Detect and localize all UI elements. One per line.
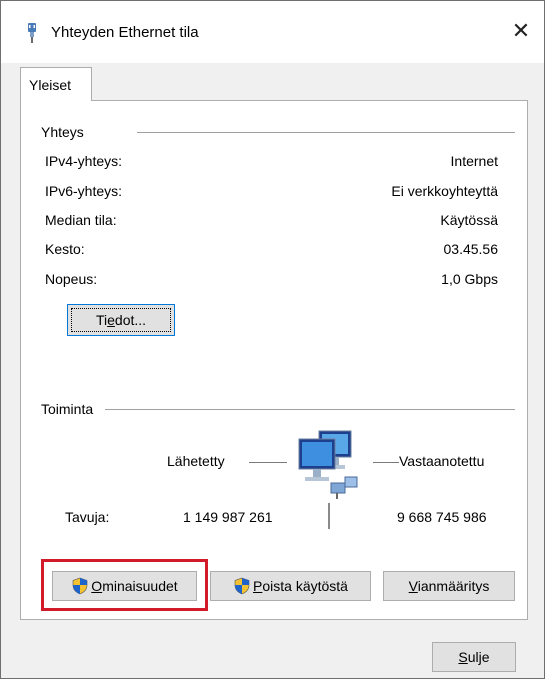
uac-shield-icon (72, 577, 88, 595)
properties-button[interactable]: Ominaisuudet (52, 571, 197, 601)
bytes-received-value: 9 668 745 986 (397, 509, 487, 525)
close-icon: ✕ (511, 18, 531, 43)
activity-group-label: Toiminta (41, 401, 100, 417)
disable-button-label: Poista käytöstä (253, 578, 348, 594)
received-label: Vastaanotettu (399, 453, 485, 469)
sent-label: Lähetetty (167, 453, 225, 469)
diagnose-button-label: Vianmääritys (408, 578, 490, 594)
speed-value: 1,0 Gbps (441, 271, 498, 287)
status-dialog: Yhteyden Ethernet tila ✕ Yleiset Yhteys … (0, 0, 545, 679)
details-button[interactable]: Tiedot... (67, 304, 175, 336)
window-title: Yhteyden Ethernet tila (51, 24, 199, 41)
close-button[interactable]: Sulje (432, 642, 516, 672)
network-computers-icon (298, 430, 358, 499)
media-state-value: Käytössä (440, 212, 498, 228)
duration-label: Kesto: (45, 241, 85, 257)
connection-group-label: Yhteys (41, 124, 90, 140)
media-state-label: Median tila: (45, 212, 117, 228)
activity-group-line (105, 409, 515, 410)
tab-general-label: Yleiset (29, 76, 72, 93)
ethernet-plug-icon (28, 23, 36, 43)
diagnose-button[interactable]: Vianmääritys (383, 571, 515, 601)
received-line (373, 462, 399, 463)
uac-shield-icon (234, 577, 250, 595)
speed-label: Nopeus: (45, 271, 98, 287)
duration-value: 03.45.56 (443, 241, 499, 257)
sent-line (249, 462, 287, 463)
disable-button[interactable]: Poista käytöstä (210, 571, 371, 601)
close-button-label: Sulje (458, 649, 490, 665)
ipv4-label: IPv4-yhteys: (45, 153, 123, 169)
focus-rectangle (71, 308, 171, 332)
bytes-sent-value: 1 149 987 261 (183, 509, 273, 525)
close-window-button[interactable]: ✕ (498, 11, 544, 51)
ipv6-value: Ei verkkoyhteyttä (391, 183, 498, 199)
tab-panel (20, 100, 528, 620)
ipv6-label: IPv6-yhteys: (45, 183, 123, 199)
bytes-label: Tavuja: (65, 509, 110, 525)
tab-general[interactable]: Yleiset (20, 67, 92, 101)
bytes-divider (328, 503, 330, 529)
title-bar: Yhteyden Ethernet tila ✕ (1, 1, 544, 63)
connection-group-line (137, 132, 515, 133)
ipv4-value: Internet (450, 153, 498, 169)
properties-button-label: Ominaisuudet (91, 578, 178, 594)
